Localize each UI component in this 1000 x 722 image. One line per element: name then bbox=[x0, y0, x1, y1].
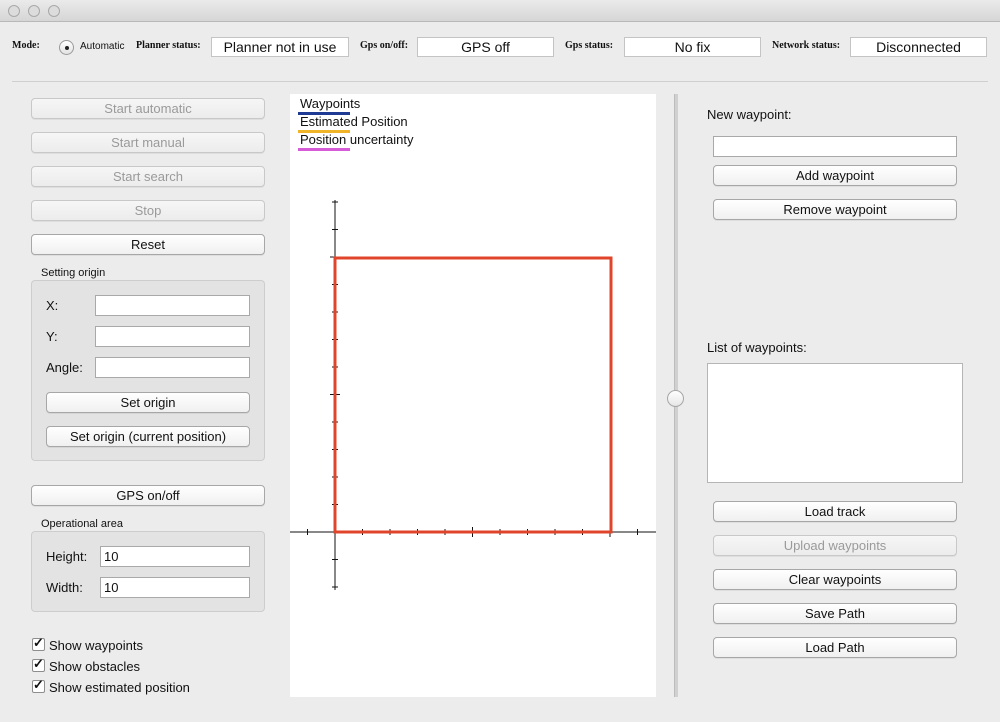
map-plot bbox=[290, 200, 656, 590]
load-track-button[interactable]: Load track bbox=[713, 501, 957, 522]
area-width-label: Width: bbox=[46, 580, 83, 595]
mode-automatic-radio[interactable] bbox=[59, 40, 74, 55]
mode-label: Mode: bbox=[12, 40, 40, 51]
title-bar bbox=[0, 0, 1000, 22]
save-path-button[interactable]: Save Path bbox=[713, 603, 957, 624]
remove-waypoint-button[interactable]: Remove waypoint bbox=[713, 199, 957, 220]
operational-area-rect bbox=[333, 256, 613, 534]
area-height-input[interactable]: 10 bbox=[100, 546, 250, 567]
gps-onoff-button[interactable]: GPS on/off bbox=[31, 485, 265, 506]
add-waypoint-button[interactable]: Add waypoint bbox=[713, 165, 957, 186]
stop-button[interactable]: Stop bbox=[31, 200, 265, 221]
origin-x-input[interactable] bbox=[95, 295, 250, 316]
load-path-button[interactable]: Load Path bbox=[713, 637, 957, 658]
operational-area-title: Operational area bbox=[41, 518, 123, 530]
waypoint-list[interactable] bbox=[707, 363, 963, 483]
upload-waypoints-button[interactable]: Upload waypoints bbox=[713, 535, 957, 556]
reset-button[interactable]: Reset bbox=[31, 234, 265, 255]
show-waypoints-checkbox[interactable] bbox=[32, 635, 45, 651]
show-obstacles-label: Show obstacles bbox=[49, 659, 141, 674]
show-estimated-label: Show estimated position bbox=[49, 680, 190, 695]
clear-waypoints-button[interactable]: Clear waypoints bbox=[713, 569, 957, 590]
gps-onoff-label: Gps on/off: bbox=[360, 40, 409, 51]
gps-onoff-field: GPS off bbox=[417, 37, 554, 57]
map-canvas[interactable]: Waypoints Estimated Position Position un… bbox=[290, 94, 656, 697]
planner-status-label: Planner status: bbox=[136, 40, 201, 51]
start-manual-button[interactable]: Start manual bbox=[31, 132, 265, 153]
gps-status-label: Gps status: bbox=[565, 40, 614, 51]
network-status-field: Disconnected bbox=[850, 37, 987, 57]
waypoint-list-label: List of waypoints: bbox=[707, 340, 807, 355]
show-obstacles-checkbox[interactable] bbox=[32, 656, 45, 672]
area-width-input[interactable]: 10 bbox=[100, 577, 250, 598]
set-origin-current-button[interactable]: Set origin (current position) bbox=[46, 426, 250, 447]
minimize-window-button[interactable] bbox=[28, 5, 40, 17]
start-search-button[interactable]: Start search bbox=[31, 166, 265, 187]
close-window-button[interactable] bbox=[8, 5, 20, 17]
origin-angle-input[interactable] bbox=[95, 357, 250, 378]
operational-area-group bbox=[31, 531, 265, 612]
origin-angle-label: Angle: bbox=[46, 360, 83, 375]
set-origin-button[interactable]: Set origin bbox=[46, 392, 250, 413]
show-estimated-checkbox[interactable] bbox=[32, 677, 45, 693]
network-status-label: Network status: bbox=[772, 40, 841, 51]
planner-status-field: Planner not in use bbox=[211, 37, 349, 57]
origin-x-label: X: bbox=[46, 298, 59, 313]
show-waypoints-label: Show waypoints bbox=[49, 638, 143, 653]
mode-automatic-label: Automatic bbox=[80, 41, 125, 52]
header-divider bbox=[12, 81, 988, 82]
origin-y-input[interactable] bbox=[95, 326, 250, 347]
setting-origin-title: Setting origin bbox=[41, 267, 106, 279]
new-waypoint-input[interactable] bbox=[713, 136, 957, 157]
start-automatic-button[interactable]: Start automatic bbox=[31, 98, 265, 119]
area-height-label: Height: bbox=[46, 549, 88, 564]
zoom-window-button[interactable] bbox=[48, 5, 60, 17]
gps-status-field: No fix bbox=[624, 37, 761, 57]
splitter-handle[interactable] bbox=[667, 390, 684, 407]
new-waypoint-label: New waypoint: bbox=[707, 107, 792, 122]
origin-y-label: Y: bbox=[46, 329, 58, 344]
